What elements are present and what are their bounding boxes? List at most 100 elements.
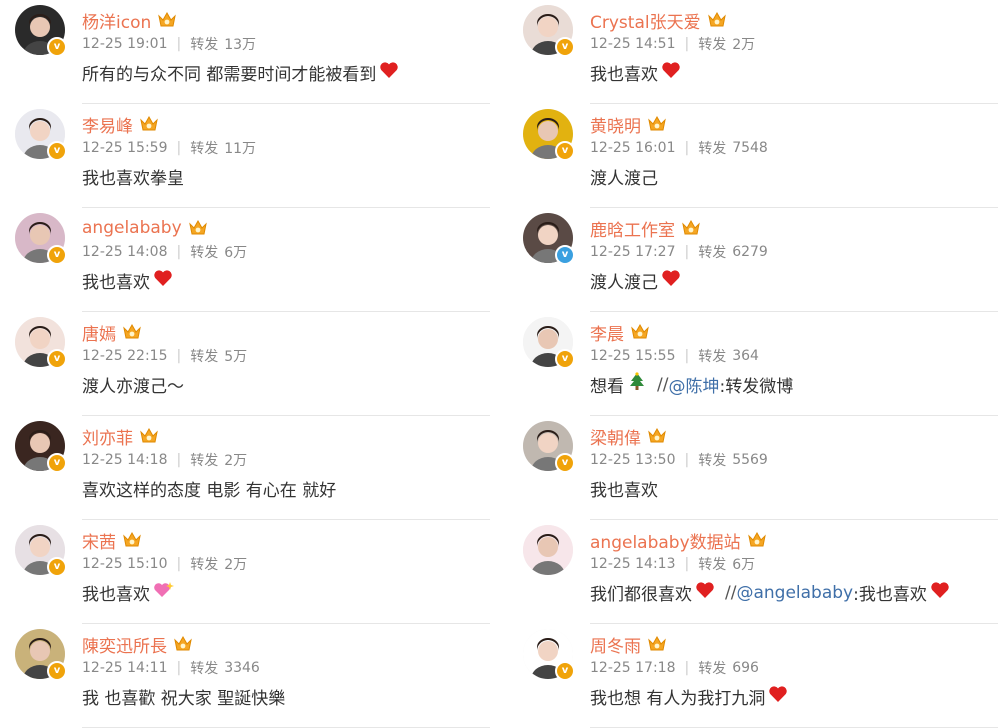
user-name[interactable]: 宋茜 — [82, 528, 116, 553]
avatar[interactable]: v — [15, 525, 67, 577]
crown-vip-icon — [747, 531, 767, 549]
user-name[interactable]: 陳奕迅所長 — [82, 632, 167, 657]
avatar[interactable]: v — [523, 109, 575, 161]
crown-vip-icon — [707, 11, 727, 29]
comment-text: 我们都很喜欢 //@angelababy:我也喜欢 — [590, 580, 950, 605]
repost-count: 2万 — [732, 37, 756, 53]
user-name[interactable]: 杨洋icon — [82, 8, 151, 33]
comment-text: 我也喜欢拳皇 — [82, 164, 184, 189]
repost-count: 2万 — [224, 557, 248, 573]
verified-badge-icon: v — [47, 557, 67, 577]
avatar[interactable]: v — [15, 5, 67, 57]
repost-count: 11万 — [224, 141, 257, 157]
avatar[interactable]: v — [15, 421, 67, 473]
verified-badge-icon: v — [47, 661, 67, 681]
comment-item: v 宋茜 12-25 15:10 | 转发 2万 我也喜欢 — [0, 520, 490, 624]
heart-emoji-icon — [661, 61, 681, 84]
repost-count: 696 — [732, 660, 759, 676]
comment-body: 渡人亦渡己～ — [82, 377, 184, 397]
avatar[interactable]: v — [15, 317, 67, 369]
comment-body: 渡人渡己 — [590, 273, 658, 293]
comment-text: 我也喜欢 — [590, 60, 681, 85]
crown-vip-icon — [647, 635, 667, 653]
verified-badge-icon: v — [555, 245, 575, 265]
comment-body: 我也喜欢 — [82, 273, 150, 293]
repost-count: 6万 — [732, 557, 756, 573]
avatar[interactable]: v — [523, 629, 575, 681]
verified-badge-icon: v — [47, 245, 67, 265]
repost-chain-separator: // — [657, 374, 669, 395]
user-name[interactable]: 鹿晗工作室 — [590, 216, 675, 241]
repost-label: 转发 — [190, 557, 219, 573]
separator: | — [684, 452, 690, 468]
avatar[interactable] — [523, 525, 573, 575]
comment-text: 渡人亦渡己～ — [82, 372, 184, 397]
comment-body: 喜欢这样的态度 电影 有心在 就好 — [82, 481, 337, 501]
timestamp: 12-25 14:08 — [82, 244, 168, 260]
avatar[interactable]: v — [523, 421, 575, 473]
comment-item: v 李晨 12-25 15:55 | 转发 364 想看 //@陈坤:转发微博 — [508, 312, 998, 416]
repost-chain-separator: // — [725, 582, 737, 603]
avatar[interactable]: v — [15, 629, 67, 681]
user-name[interactable]: 梁朝偉 — [590, 424, 641, 449]
repost-count: 7548 — [732, 140, 768, 156]
repost-label: 转发 — [190, 349, 219, 365]
comment-text: 渡人渡己 — [590, 164, 658, 189]
mention-link[interactable]: @陈坤 — [668, 372, 719, 397]
user-name[interactable]: 李易峰 — [82, 112, 133, 137]
christmas-tree-emoji-icon — [627, 372, 647, 397]
timestamp: 12-25 15:55 — [590, 348, 676, 364]
avatar[interactable]: v — [15, 213, 67, 265]
comment-body: 我也喜欢拳皇 — [82, 169, 184, 189]
comment-item: v Crystal张天爱 12-25 14:51 | 转发 2万 我也喜欢 — [508, 0, 998, 104]
repost-label: 转发 — [190, 661, 219, 677]
comment-item: v 梁朝偉 12-25 13:50 | 转发 5569 我也喜欢 — [508, 416, 998, 520]
heart-emoji-icon — [930, 581, 950, 604]
separator: | — [176, 140, 182, 156]
crown-vip-icon — [157, 11, 177, 29]
comment-body: 我也喜欢 — [82, 585, 150, 605]
comment-body: 渡人渡己 — [590, 169, 658, 189]
crown-vip-icon — [647, 427, 667, 445]
user-name[interactable]: 黄晓明 — [590, 112, 641, 137]
verified-badge-icon: v — [555, 661, 575, 681]
separator: | — [684, 140, 690, 156]
user-name[interactable]: 李晨 — [590, 320, 624, 345]
crown-vip-icon — [681, 219, 701, 237]
crown-vip-icon — [139, 427, 159, 445]
timestamp: 12-25 22:15 — [82, 348, 168, 364]
comment-body: 我也喜欢 — [590, 65, 658, 85]
comment-body: 我 也喜歡 祝大家 聖誕快樂 — [82, 689, 286, 709]
comment-body: 想看 — [590, 377, 624, 397]
verified-badge-icon: v — [47, 141, 67, 161]
comment-text: 我 也喜歡 祝大家 聖誕快樂 — [82, 684, 285, 709]
comment-item: v 周冬雨 12-25 17:18 | 转发 696 我也想 有人为我打九洞 — [508, 624, 998, 728]
comment-text: 我也喜欢 — [82, 580, 175, 605]
user-name[interactable]: angelababy数据站 — [590, 528, 741, 553]
crown-vip-icon — [173, 635, 193, 653]
user-name[interactable]: 唐嫣 — [82, 320, 116, 345]
separator: | — [176, 244, 182, 260]
sparkling-heart-emoji-icon — [153, 581, 175, 604]
avatar[interactable]: v — [523, 213, 575, 265]
user-name[interactable]: angelababy — [82, 218, 182, 238]
repost-label: 转发 — [698, 661, 727, 677]
repost-count: 5569 — [732, 452, 768, 468]
timestamp: 12-25 14:18 — [82, 452, 168, 468]
timestamp: 12-25 19:01 — [82, 36, 168, 52]
avatar[interactable]: v — [523, 5, 575, 57]
verified-badge-icon: v — [555, 37, 575, 57]
user-name[interactable]: 刘亦菲 — [82, 424, 133, 449]
mention-text: :转发微博 — [719, 377, 794, 397]
timestamp: 12-25 17:18 — [590, 660, 676, 676]
user-name[interactable]: 周冬雨 — [590, 632, 641, 657]
separator: | — [684, 556, 690, 572]
verified-badge-icon: v — [47, 37, 67, 57]
repost-label: 转发 — [190, 453, 219, 469]
repost-label: 转发 — [698, 37, 727, 53]
avatar[interactable]: v — [523, 317, 575, 369]
mention-link[interactable]: @angelababy — [736, 583, 853, 603]
user-name[interactable]: Crystal张天爱 — [590, 8, 701, 33]
repost-label: 转发 — [190, 245, 219, 261]
avatar[interactable]: v — [15, 109, 67, 161]
